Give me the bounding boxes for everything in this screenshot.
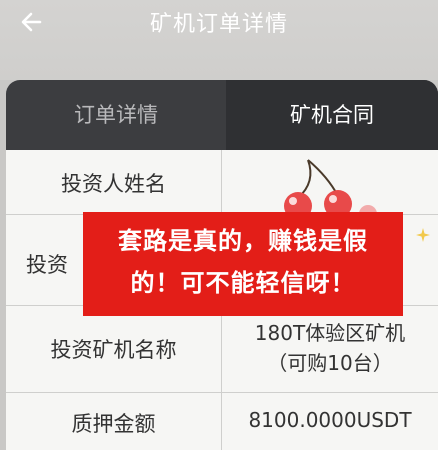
warning-banner: 套路是真的，赚钱是假 的！可不能轻信呀！ (83, 212, 403, 316)
table-row: 质押金额 8100.0000USDT (6, 393, 438, 450)
tab-bar: 订单详情 矿机合同 (6, 80, 438, 150)
row-label-pledge-amount: 质押金额 (71, 412, 156, 436)
tab-order-details[interactable]: 订单详情 (6, 80, 226, 150)
page-title: 矿机订单详情 (149, 12, 288, 37)
row-value-pledge-amount: 8100.0000USDT (248, 408, 412, 432)
miner-name-line2: （可购10台） (267, 351, 393, 375)
sparkle-icon (416, 228, 430, 242)
row-label-investor-name: 投资人姓名 (61, 172, 166, 196)
row-label-miner-name: 投资矿机名称 (50, 338, 177, 362)
warning-line2: 的！可不能轻信呀！ (130, 269, 356, 297)
warning-line1: 套路是真的，赚钱是假 (118, 227, 368, 255)
miner-name-line1: 180T体验区矿机 (254, 321, 406, 345)
table-row: 投资矿机名称 180T体验区矿机 （可购10台） (6, 306, 438, 393)
tab-miner-contract[interactable]: 矿机合同 (226, 80, 438, 150)
row-value-miner-name: 180T体验区矿机 （可购10台） (222, 318, 438, 378)
row-label-partial: 投资 (26, 253, 68, 277)
app-header: 矿机订单详情 (0, 0, 438, 80)
